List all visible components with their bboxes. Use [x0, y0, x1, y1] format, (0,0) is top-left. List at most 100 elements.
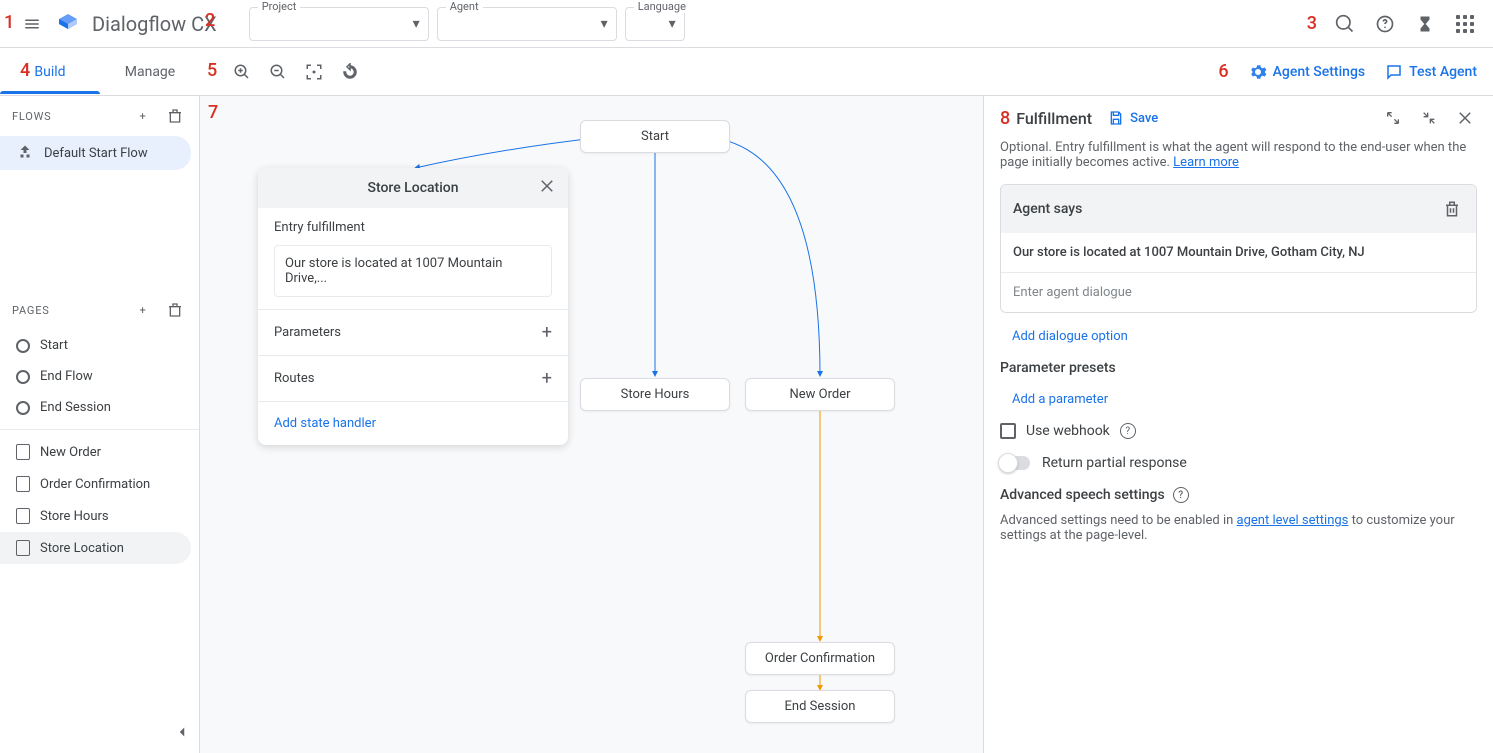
reset-rotation-icon[interactable] — [338, 60, 362, 84]
flow-icon — [16, 144, 34, 162]
dialogflow-logo — [56, 12, 80, 36]
node-new-order[interactable]: New Order — [745, 378, 895, 411]
language-selector[interactable]: Language ▾ — [625, 7, 685, 41]
page-start[interactable]: Start — [0, 330, 191, 361]
node-start[interactable]: Start — [580, 120, 730, 153]
agent-dialogue-text[interactable]: Our store is located at 1007 Mountain Dr… — [1001, 233, 1476, 273]
tab-manage[interactable]: Manage — [100, 50, 200, 94]
parameters-label: Parameters — [274, 325, 341, 340]
fulfillment-panel: 8 Fulfillment Save Optional. Entry fulfi… — [983, 96, 1493, 753]
add-page-icon[interactable]: + — [131, 298, 155, 322]
agent-selector[interactable]: Agent ▾ — [437, 7, 617, 41]
marker-6: 6 — [1218, 61, 1228, 82]
help-icon[interactable] — [1373, 12, 1397, 36]
add-flow-icon[interactable]: + — [131, 104, 155, 128]
search-icon[interactable] — [1333, 12, 1357, 36]
save-button[interactable]: Save — [1108, 110, 1158, 126]
topbar: 1 Dialogflow CX 2 Project ▾ Agent ▾ Lang… — [0, 0, 1493, 48]
node-store-hours[interactable]: Store Hours — [580, 378, 730, 411]
sidebar-item-label: New Order — [40, 445, 101, 460]
flows-header: FLOWS + — [0, 96, 199, 136]
sidebar-item-label: End Flow — [40, 369, 93, 384]
parameter-presets-heading: Parameter presets — [1000, 360, 1477, 376]
close-panel-icon[interactable] — [1453, 106, 1477, 130]
agent-settings-link[interactable]: Agent Settings — [1249, 63, 1365, 81]
sidebar-item-label: Store Hours — [40, 509, 109, 524]
sidebar-item-label: End Session — [40, 400, 111, 415]
page-order-confirmation[interactable]: Order Confirmation — [0, 468, 191, 500]
fit-view-icon[interactable] — [302, 60, 326, 84]
page-new-order[interactable]: New Order — [0, 436, 191, 468]
return-partial-label: Return partial response — [1042, 455, 1187, 471]
marker-8: 8 — [1000, 108, 1010, 129]
marker-2: 2 — [205, 10, 215, 31]
marker-7: 7 — [208, 102, 218, 123]
tab-build[interactable]: Build — [0, 50, 100, 94]
page-card-title: Store Location — [367, 180, 458, 196]
collapse-sidebar-icon[interactable] — [173, 723, 191, 745]
delete-flow-icon[interactable] — [163, 104, 187, 128]
page-end-session[interactable]: End Session — [0, 392, 191, 423]
sidebar-item-label: Start — [40, 338, 68, 353]
node-end-session[interactable]: End Session — [745, 690, 895, 723]
add-state-handler-link[interactable]: Add state handler — [258, 402, 568, 445]
sidebar-item-label: Store Location — [40, 541, 124, 556]
chevron-down-icon: ▾ — [601, 16, 608, 32]
page-end-flow[interactable]: End Flow — [0, 361, 191, 392]
hourglass-icon[interactable] — [1413, 12, 1437, 36]
chevron-down-icon: ▾ — [413, 16, 420, 32]
agent-says-box: Agent says Our store is located at 1007 … — [1000, 184, 1477, 313]
node-order-confirmation[interactable]: Order Confirmation — [745, 642, 895, 675]
circle-icon — [16, 370, 30, 384]
marker-1: 1 — [4, 12, 14, 33]
add-dialogue-link[interactable]: Add dialogue option — [1000, 329, 1477, 344]
circle-icon — [16, 339, 30, 353]
product-name: Dialogflow CX — [92, 12, 217, 36]
entry-fulfillment-label: Entry fulfillment — [274, 220, 365, 235]
zoom-out-icon[interactable] — [266, 60, 290, 84]
help-icon[interactable]: ? — [1173, 487, 1189, 503]
project-selector[interactable]: Project ▾ — [249, 7, 429, 41]
marker-3: 3 — [1307, 13, 1317, 34]
gear-icon — [1249, 63, 1267, 81]
delete-icon[interactable] — [1440, 197, 1464, 221]
agent-level-settings-link[interactable]: agent level settings — [1237, 513, 1349, 528]
chevron-down-icon: ▾ — [669, 16, 676, 32]
zoom-in-icon[interactable] — [230, 60, 254, 84]
learn-more-link[interactable]: Learn more — [1173, 155, 1239, 170]
add-parameter-link[interactable]: Add a parameter — [1000, 392, 1477, 407]
apps-icon[interactable] — [1453, 12, 1477, 36]
agent-dialogue-input[interactable]: Enter agent dialogue — [1001, 273, 1476, 312]
marker-5: 5 — [207, 60, 217, 81]
page-detail-card: Store Location Entry fulfillment Our sto… — [258, 168, 568, 445]
menu-icon[interactable] — [20, 12, 44, 36]
save-icon — [1108, 110, 1124, 126]
sidebar-item-label: Default Start Flow — [44, 146, 148, 161]
use-webhook-label: Use webhook — [1026, 423, 1110, 439]
flow-default-start[interactable]: Default Start Flow — [0, 136, 191, 170]
add-route-icon[interactable]: + — [542, 368, 552, 389]
delete-page-icon[interactable] — [163, 298, 187, 322]
routes-label: Routes — [274, 371, 314, 386]
flow-canvas[interactable]: 7 Start Store Hours New Order Order Conf… — [200, 96, 983, 753]
page-store-hours[interactable]: Store Hours — [0, 500, 191, 532]
advanced-note: Advanced settings need to be enabled in … — [1000, 513, 1477, 543]
use-webhook-checkbox[interactable] — [1000, 423, 1016, 439]
add-parameter-icon[interactable]: + — [542, 322, 552, 343]
file-icon — [16, 476, 30, 492]
panel-title: Fulfillment — [1016, 109, 1092, 128]
file-icon — [16, 444, 30, 460]
circle-icon — [16, 401, 30, 415]
page-store-location[interactable]: Store Location — [0, 532, 191, 564]
expand-icon[interactable] — [1381, 106, 1405, 130]
actionbar: 4 Build Manage 5 6 Agent Settings Test A… — [0, 48, 1493, 96]
test-agent-link[interactable]: Test Agent — [1385, 63, 1477, 81]
agent-says-label: Agent says — [1013, 201, 1082, 217]
entry-fulfillment-item[interactable]: Our store is located at 1007 Mountain Dr… — [274, 245, 552, 297]
close-icon[interactable] — [538, 177, 556, 199]
return-partial-toggle[interactable] — [1000, 456, 1030, 470]
panel-description: Optional. Entry fulfillment is what the … — [1000, 140, 1477, 170]
advanced-speech-heading: Advanced speech settings — [1000, 487, 1165, 503]
collapse-icon[interactable] — [1417, 106, 1441, 130]
help-icon[interactable]: ? — [1120, 423, 1136, 439]
